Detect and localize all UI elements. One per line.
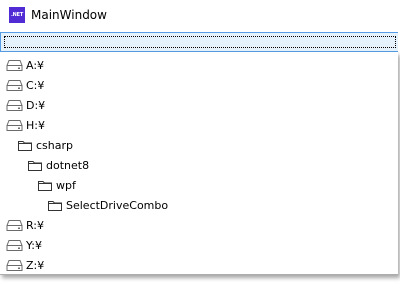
list-item-label: csharp	[36, 138, 73, 152]
drive-icon	[6, 59, 23, 71]
drive-icon	[6, 259, 23, 271]
list-item-drive-d[interactable]: D:¥	[6, 95, 45, 115]
list-item-label: wpf	[56, 178, 76, 192]
list-item-drive-a[interactable]: A:¥	[6, 55, 44, 75]
list-item-folder-csharp[interactable]: csharp	[17, 135, 73, 155]
dotnet-app-icon: .NET	[9, 7, 25, 23]
drive-icon	[6, 219, 23, 231]
list-item-drive-c[interactable]: C:¥	[6, 75, 44, 95]
list-item-label: Y:¥	[26, 238, 42, 252]
list-item-label: H:¥	[26, 118, 45, 132]
list-item-folder-dotnet8[interactable]: dotnet8	[27, 155, 89, 175]
drive-icon	[6, 79, 23, 91]
list-item-drive-z[interactable]: Z:¥	[6, 255, 44, 275]
drive-dropdown-list: A:¥ C:¥ D:¥ H:¥ csharp dotnet8 wpf Selec…	[0, 52, 398, 275]
list-item-label: dotnet8	[46, 158, 90, 172]
folder-icon	[38, 180, 52, 191]
list-item-label: C:¥	[26, 78, 45, 92]
list-item-folder-selectdrivecombo[interactable]: SelectDriveCombo	[47, 195, 168, 215]
drive-icon	[6, 99, 23, 111]
title-bar[interactable]: .NET MainWindow	[0, 0, 400, 31]
drive-combo-box[interactable]	[0, 32, 398, 52]
list-item-label: A:¥	[26, 58, 45, 72]
combo-focus-rect	[4, 36, 396, 48]
drive-icon	[6, 239, 23, 251]
folder-icon	[18, 140, 32, 151]
folder-icon	[28, 160, 42, 171]
list-item-label: R:¥	[26, 218, 45, 232]
list-item-folder-wpf[interactable]: wpf	[37, 175, 76, 195]
list-item-drive-y[interactable]: Y:¥	[6, 235, 42, 255]
list-item-drive-r[interactable]: R:¥	[6, 215, 44, 235]
list-item-label: Z:¥	[26, 258, 45, 272]
drive-icon	[6, 119, 23, 131]
list-item-drive-h[interactable]: H:¥	[6, 115, 45, 135]
window-title: MainWindow	[31, 8, 107, 22]
list-item-label: D:¥	[26, 98, 46, 112]
folder-icon	[48, 200, 62, 211]
list-item-label: SelectDriveCombo	[66, 198, 169, 212]
main-window: .NET MainWindow A:¥ C:¥ D:¥ H:¥ csharp d…	[0, 0, 400, 300]
